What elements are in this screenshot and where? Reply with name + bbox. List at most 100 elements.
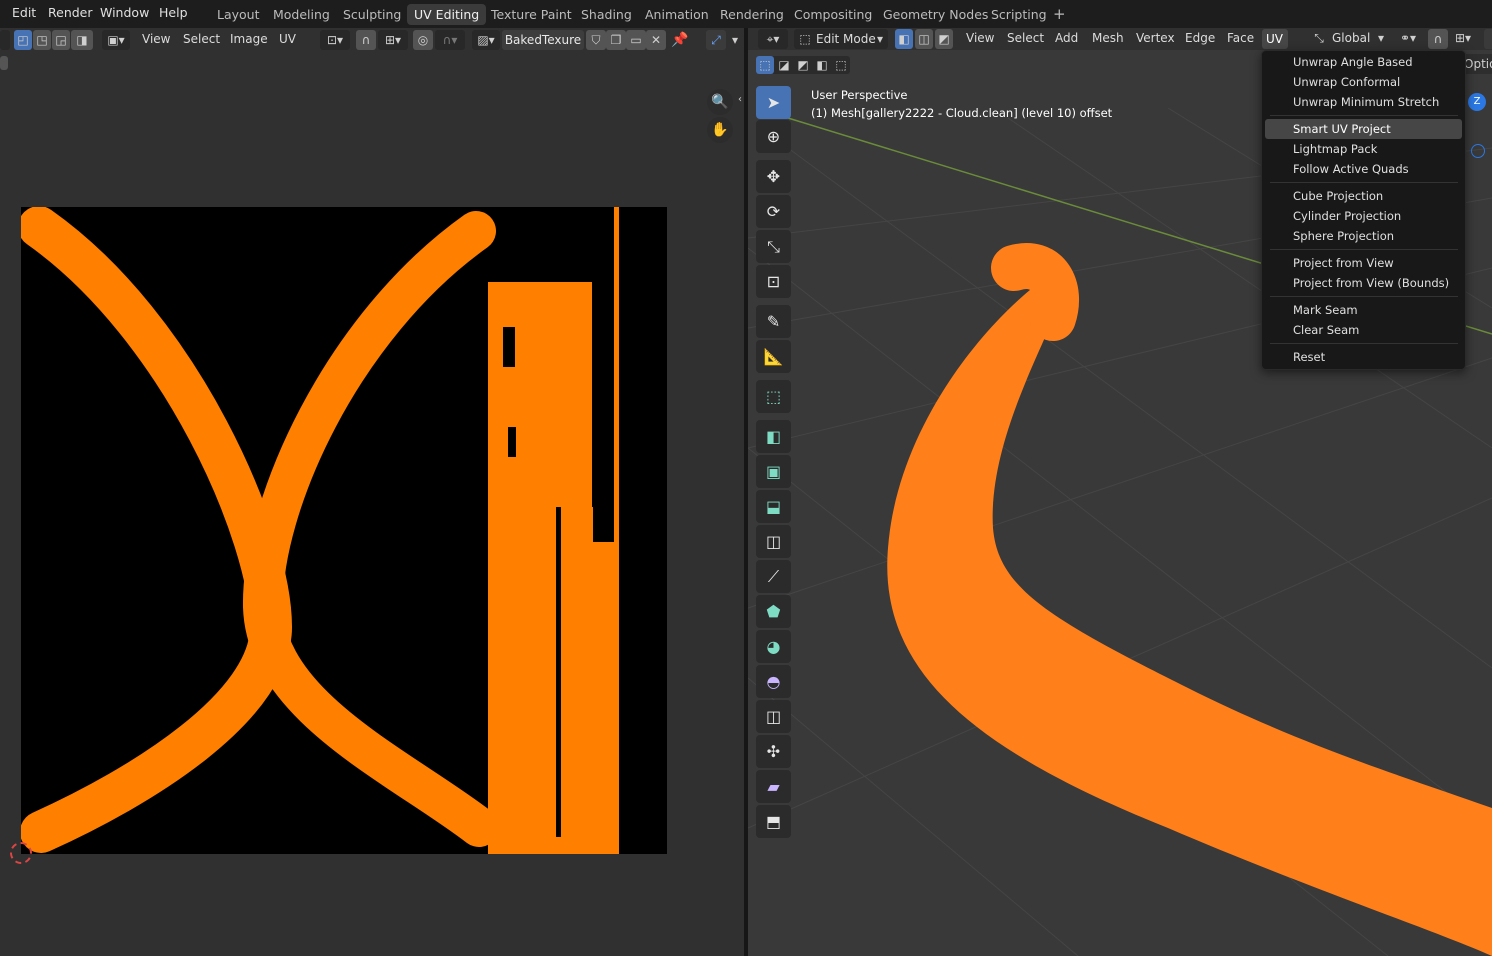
- tab-uv-editing[interactable]: UV Editing: [407, 4, 487, 25]
- menu-unwrap-conformal[interactable]: Unwrap Conformal: [1265, 72, 1462, 92]
- add-cube-icon[interactable]: ⬚: [756, 380, 791, 413]
- chevron-down-icon[interactable]: ▾: [1375, 28, 1387, 48]
- vp-menu-add[interactable]: Add: [1055, 31, 1078, 45]
- plus-icon[interactable]: +: [1046, 4, 1073, 25]
- menu-edit[interactable]: Edit: [12, 5, 36, 20]
- zoom-icon[interactable]: 🔍: [707, 89, 733, 115]
- tab-layout[interactable]: Layout: [210, 4, 267, 25]
- select-new-icon[interactable]: ⬚: [756, 56, 774, 74]
- pivot-point-icon[interactable]: ⚭▾: [1396, 28, 1420, 48]
- edge-slide-icon[interactable]: ◫: [756, 700, 791, 733]
- menu-unwrap-angle-based[interactable]: Unwrap Angle Based: [1265, 52, 1462, 72]
- image-browse-icon[interactable]: ▨▾: [472, 30, 500, 50]
- measure-icon[interactable]: 📐: [756, 340, 791, 373]
- menu-clear-seam[interactable]: Clear Seam: [1265, 320, 1462, 340]
- vp-menu-select[interactable]: Select: [1007, 31, 1044, 45]
- uv-menu-image[interactable]: Image: [230, 32, 268, 46]
- smooth-icon[interactable]: ◓: [756, 665, 791, 698]
- sticky-select-icon[interactable]: ▣▾: [102, 30, 130, 50]
- extrude-icon[interactable]: ◧: [756, 420, 791, 453]
- tab-rendering[interactable]: Rendering: [713, 4, 791, 25]
- unlink-image-icon[interactable]: ✕: [646, 30, 666, 50]
- tab-compositing[interactable]: Compositing: [787, 4, 879, 25]
- loop-cut-icon[interactable]: ◫: [756, 525, 791, 558]
- tab-scripting[interactable]: Scripting: [984, 4, 1054, 25]
- open-image-icon[interactable]: ▭: [626, 30, 646, 50]
- tab-texture-paint[interactable]: Texture Paint: [484, 4, 579, 25]
- menu-project-from-view[interactable]: Project from View: [1265, 253, 1462, 273]
- select-mode-vertex-icon[interactable]: ◰: [14, 30, 32, 50]
- gizmo-z-axis-icon[interactable]: Z: [1468, 93, 1486, 111]
- proportional-edit-icon[interactable]: [1484, 29, 1492, 49]
- move-icon[interactable]: ✥: [756, 160, 791, 193]
- snap-icon[interactable]: ∩: [356, 30, 376, 50]
- edge-select-icon[interactable]: ◫: [915, 29, 933, 49]
- uv-sync-icon[interactable]: ⤢: [706, 30, 726, 50]
- menu-lightmap-pack[interactable]: Lightmap Pack: [1265, 139, 1462, 159]
- falloff-icon[interactable]: ∩▾: [435, 30, 465, 50]
- menu-smart-uv-project[interactable]: Smart UV Project: [1265, 119, 1462, 139]
- tab-sculpting[interactable]: Sculpting: [336, 4, 408, 25]
- toolbar-toggle-icon[interactable]: [0, 56, 8, 70]
- rip-region-icon[interactable]: ⬒: [756, 805, 791, 838]
- menu-sphere-projection[interactable]: Sphere Projection: [1265, 226, 1462, 246]
- tab-geometry-nodes[interactable]: Geometry Nodes: [876, 4, 995, 25]
- snap-target-icon[interactable]: ⊞▾: [1450, 28, 1476, 48]
- menu-cube-projection[interactable]: Cube Projection: [1265, 186, 1462, 206]
- chevron-down-icon[interactable]: ▾: [728, 30, 742, 50]
- shrink-fatten-icon[interactable]: ✣: [756, 735, 791, 768]
- snap-target-icon[interactable]: ⊞▾: [378, 30, 408, 50]
- tab-animation[interactable]: Animation: [638, 4, 716, 25]
- select-extend-icon[interactable]: ◪: [775, 56, 793, 74]
- scale-icon[interactable]: ⤡: [756, 230, 791, 263]
- select-invert-icon[interactable]: ◧: [813, 56, 831, 74]
- select-box-icon[interactable]: ➤: [756, 86, 791, 119]
- face-select-icon[interactable]: ◩: [935, 29, 953, 49]
- spin-icon[interactable]: ◕: [756, 630, 791, 663]
- select-subtract-icon[interactable]: ◩: [794, 56, 812, 74]
- shear-icon[interactable]: ▰: [756, 770, 791, 803]
- vertex-select-icon[interactable]: ◧: [895, 29, 913, 49]
- vp-menu-vertex[interactable]: Vertex: [1136, 31, 1175, 45]
- 2d-cursor-icon[interactable]: [10, 842, 32, 864]
- menu-project-from-view-bounds[interactable]: Project from View (Bounds): [1265, 273, 1462, 293]
- pan-hand-icon[interactable]: ✋: [707, 117, 733, 143]
- vp-menu-mesh[interactable]: Mesh: [1092, 31, 1124, 45]
- menu-cylinder-projection[interactable]: Cylinder Projection: [1265, 206, 1462, 226]
- tab-shading[interactable]: Shading: [574, 4, 639, 25]
- menu-follow-active-quads[interactable]: Follow Active Quads: [1265, 159, 1462, 179]
- uv-menu-view[interactable]: View: [142, 32, 170, 46]
- editor-type-icon[interactable]: ⌖▾: [758, 29, 788, 49]
- uv-image-canvas[interactable]: [18, 206, 667, 854]
- vp-menu-edge[interactable]: Edge: [1185, 31, 1215, 45]
- transform-orientation-label[interactable]: Global: [1332, 31, 1370, 45]
- vp-menu-uv[interactable]: UV: [1262, 29, 1288, 49]
- select-mode-island-icon[interactable]: ◨: [71, 30, 93, 50]
- proportional-edit-icon[interactable]: ◎: [413, 30, 433, 50]
- uv-menu-uv[interactable]: UV: [279, 32, 296, 46]
- uv-menu-select[interactable]: Select: [183, 32, 220, 46]
- vp-menu-view[interactable]: View: [966, 31, 994, 45]
- vp-menu-face[interactable]: Face: [1227, 31, 1254, 45]
- poly-build-icon[interactable]: ⬟: [756, 595, 791, 628]
- annotate-icon[interactable]: ✎: [756, 305, 791, 338]
- gizmo-neg-z-icon[interactable]: [1471, 144, 1485, 158]
- menu-reset[interactable]: Reset: [1265, 347, 1462, 367]
- menu-mark-seam[interactable]: Mark Seam: [1265, 300, 1462, 320]
- mode-dropdown[interactable]: ⬚ Edit Mode ▾: [794, 29, 888, 49]
- knife-icon[interactable]: ⟋: [756, 560, 791, 593]
- pivot-icon[interactable]: ⊡▾: [320, 30, 350, 50]
- duplicate-image-icon[interactable]: ❐: [606, 30, 626, 50]
- select-intersect-icon[interactable]: ⬚: [832, 56, 850, 74]
- editor-type-icon[interactable]: [0, 30, 10, 50]
- menu-window[interactable]: Window: [100, 5, 149, 20]
- image-name-field[interactable]: BakedTexure: [502, 30, 584, 50]
- pin-icon[interactable]: 📌: [670, 30, 690, 50]
- inset-icon[interactable]: ▣: [756, 455, 791, 488]
- tab-modeling[interactable]: Modeling: [266, 4, 337, 25]
- menu-render[interactable]: Render: [48, 5, 93, 20]
- transform-icon[interactable]: ⊡: [756, 265, 791, 298]
- select-mode-edge-icon[interactable]: ◳: [33, 30, 51, 50]
- snap-icon[interactable]: ∩: [1428, 29, 1448, 49]
- menu-help[interactable]: Help: [159, 5, 188, 20]
